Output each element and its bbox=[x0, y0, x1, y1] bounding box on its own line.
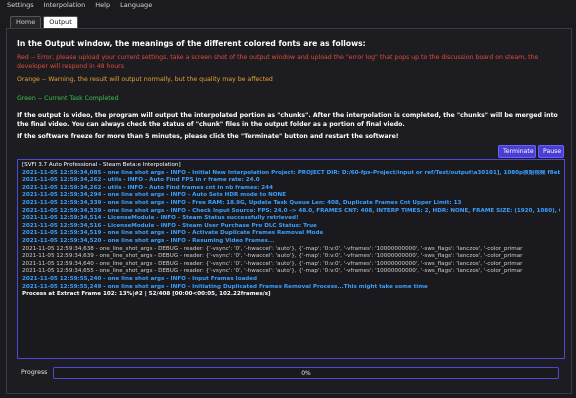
log-line: 2021-11-05 12:59:34,262 - utils - INFO -… bbox=[22, 177, 260, 184]
tab-output[interactable]: Output bbox=[43, 16, 78, 28]
log-line: 2021-11-05 12:59:34,262 - utils - INFO -… bbox=[22, 184, 273, 191]
log-line: 2021-11-05 12:59:34,085 - one line shot … bbox=[22, 169, 560, 176]
progress-label: Progress bbox=[21, 369, 48, 376]
menu-settings[interactable]: Settings bbox=[4, 0, 37, 11]
log-line: 2021-11-05 12:59:34,520 - one line shot … bbox=[22, 237, 275, 244]
tab-bar: Home Output bbox=[10, 16, 78, 28]
log-line: 2021-11-05 12:59:34,640 - one_line_shot_… bbox=[22, 260, 523, 267]
log-line: 2021-11-05 12:59:55,240 - one line shot … bbox=[22, 275, 258, 282]
menu-bar: Settings Interpolation Help Language bbox=[0, 0, 576, 11]
log-line: [SVFI 3.7 Auto Professional - Steam Beta… bbox=[22, 162, 181, 168]
log-line: 2021-11-05 12:59:34,638 - one_line_shot_… bbox=[22, 245, 523, 252]
menu-help[interactable]: Help bbox=[92, 0, 113, 11]
log-line: 2021-11-05 12:59:34,655 - one_line_shot_… bbox=[22, 268, 523, 275]
log-line: 2021-11-05 12:59:34,519 - one line shot … bbox=[22, 230, 324, 237]
progress-text: 0% bbox=[301, 370, 311, 377]
log-line: 2021-11-05 12:59:34,516 - LicenseModule … bbox=[22, 222, 317, 229]
log-line: 2021-11-05 12:59:55,249 - one line shot … bbox=[22, 283, 428, 290]
log-line: 2021-11-05 12:59:34,339 - one line shot … bbox=[22, 199, 462, 206]
freeze-note: If the software freeze for more than 5 m… bbox=[17, 133, 399, 140]
pause-button[interactable]: Pause bbox=[538, 145, 564, 158]
output-log[interactable]: [SVFI 3.7 Auto Professional - Steam Beta… bbox=[17, 159, 565, 359]
chunks-note: If the output is video, the program will… bbox=[17, 112, 558, 128]
log-line: 2021-11-05 12:59:34,294 - one line shot … bbox=[22, 192, 287, 199]
tab-home[interactable]: Home bbox=[10, 16, 42, 28]
progress-bar: 0% bbox=[53, 367, 559, 379]
menu-interpolation[interactable]: Interpolation bbox=[41, 0, 89, 11]
legend-orange-text: Orange -- Warning, the result will outpu… bbox=[17, 76, 273, 83]
log-line: 2021-11-05 12:59:34,639 - one_line_shot_… bbox=[22, 253, 523, 260]
menu-language[interactable]: Language bbox=[117, 0, 155, 11]
legend-green-text: Green -- Current Task Completed bbox=[17, 95, 119, 102]
log-line: 2021-11-05 12:59:34,339 - one line shot … bbox=[22, 207, 560, 214]
legend-red-text: Red -- Error, please upload your current… bbox=[17, 54, 539, 70]
output-panel: In the Output window, the meanings of th… bbox=[6, 28, 572, 394]
output-heading: In the Output window, the meanings of th… bbox=[17, 39, 366, 48]
terminate-button[interactable]: Terminate bbox=[498, 145, 536, 158]
log-line: Process at Extract Frame 102: 13%|#2 | 5… bbox=[22, 291, 271, 298]
log-line: 2021-11-05 12:59:34,514 - LicenseModule … bbox=[22, 215, 299, 222]
